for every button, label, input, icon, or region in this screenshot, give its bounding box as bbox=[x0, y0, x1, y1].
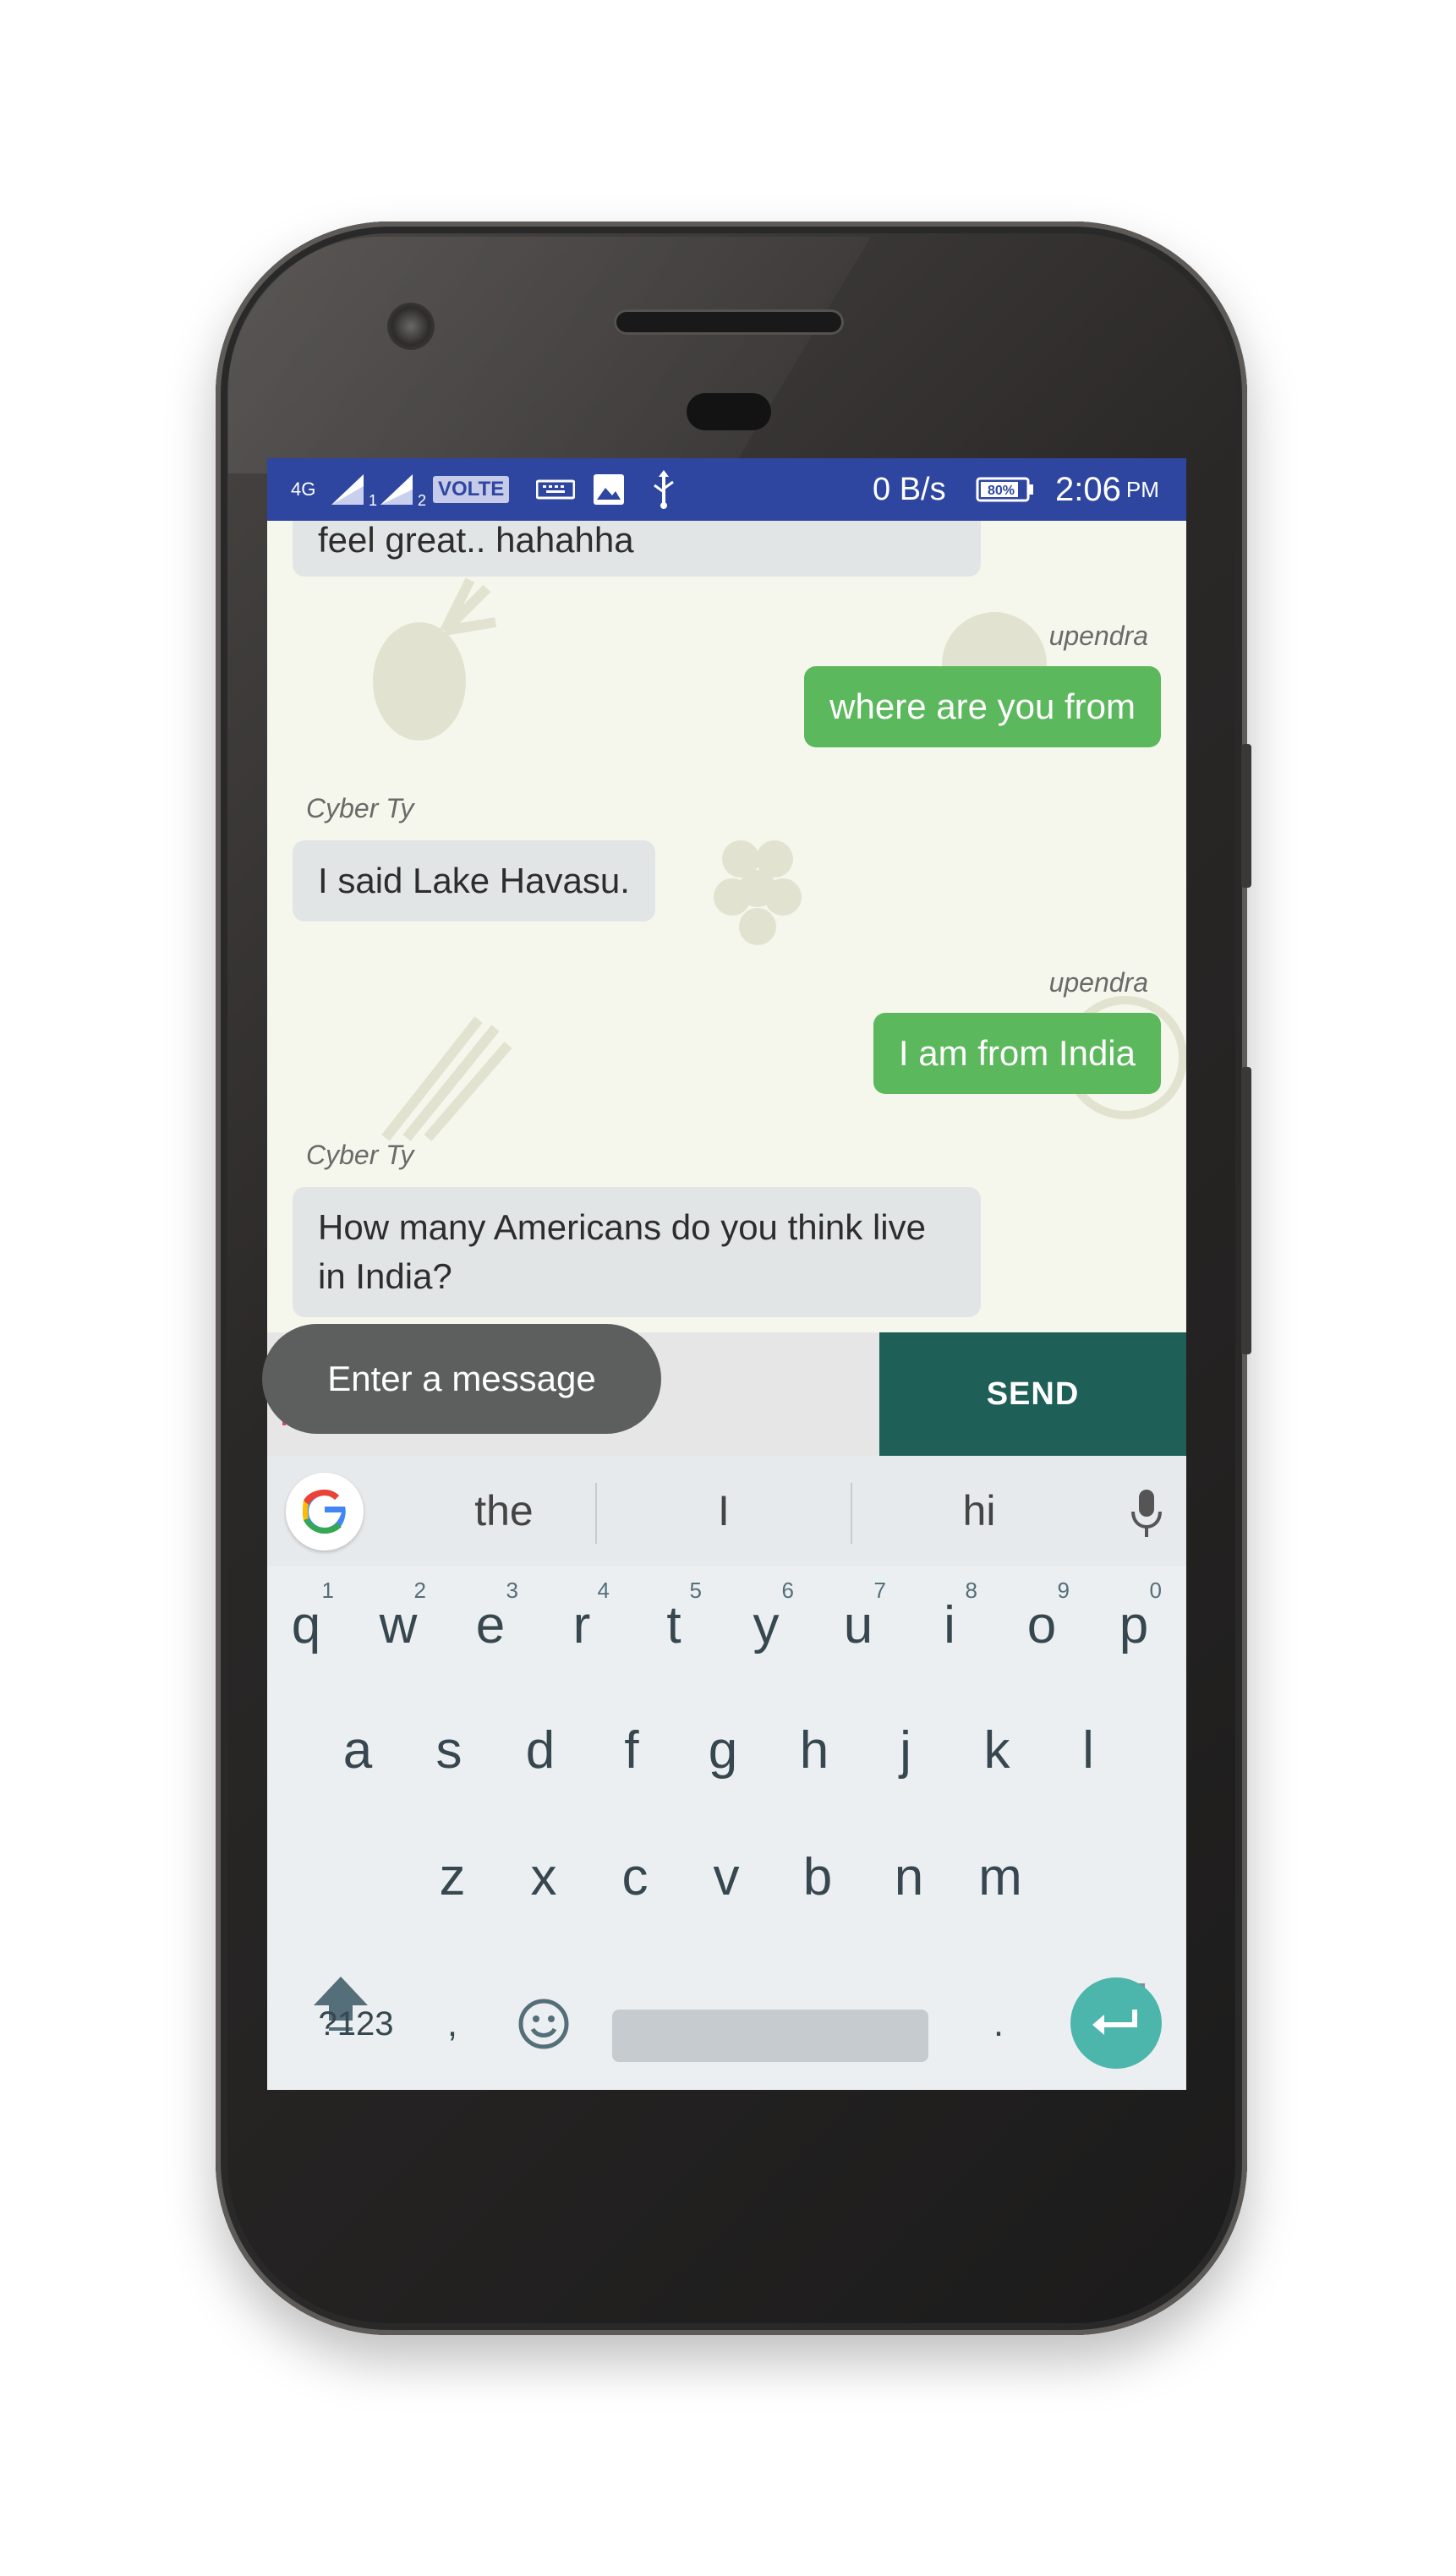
emoji-key[interactable] bbox=[499, 1965, 588, 2083]
key-label: u bbox=[843, 1595, 873, 1654]
key-c[interactable]: c bbox=[590, 1818, 680, 1936]
key-l[interactable]: l bbox=[1043, 1691, 1133, 1809]
key-label: q bbox=[291, 1595, 321, 1654]
key-d[interactable]: d bbox=[495, 1691, 585, 1809]
send-button[interactable]: SEND bbox=[879, 1332, 1186, 1456]
key-i[interactable]: 8i bbox=[905, 1566, 994, 1684]
battery-icon: 80% bbox=[976, 458, 1035, 521]
key-b[interactable]: b bbox=[773, 1818, 862, 1936]
chat-messages[interactable]: feel great.. hahahha upendra where are y… bbox=[267, 521, 1186, 1332]
toast-message: Enter a message bbox=[262, 1324, 661, 1434]
key-v[interactable]: v bbox=[681, 1818, 771, 1936]
key-number-hint: 7 bbox=[873, 1578, 886, 1603]
key-m[interactable]: m bbox=[955, 1818, 1045, 1936]
message-bubble-incoming: How many Americans do you think live in … bbox=[293, 1187, 981, 1317]
key-o[interactable]: 9o bbox=[997, 1566, 1087, 1684]
message-sender: Cyber Ty bbox=[306, 793, 414, 823]
status-bar: 4G 1 2 VOLTE 0 B/s 80% 2:06 PM bbox=[267, 458, 1186, 521]
key-label: o bbox=[1026, 1595, 1057, 1654]
key-label: t bbox=[666, 1595, 681, 1654]
keyboard-icon bbox=[536, 458, 575, 521]
message-sender: Cyber Ty bbox=[306, 1140, 414, 1170]
message-bubble-incoming: I said Lake Havasu. bbox=[293, 840, 655, 922]
soft-keyboard: the I hi ?123 , . 1q2w3e4r 5 t 6 y 7 u 8… bbox=[267, 1456, 1186, 2090]
svg-text:80%: 80% bbox=[988, 484, 1015, 498]
key-n[interactable]: n bbox=[864, 1818, 954, 1936]
message-bubble-outgoing: I am from India bbox=[873, 1013, 1161, 1094]
clock: 2:06 PM bbox=[1055, 470, 1159, 508]
grapes-doodle-icon bbox=[714, 840, 802, 945]
suggestion-item[interactable]: hi bbox=[852, 1456, 1106, 1566]
signal-icon: 1 bbox=[330, 458, 377, 521]
key-number-hint: 1 bbox=[321, 1578, 334, 1603]
suggestion-item[interactable]: I bbox=[597, 1456, 851, 1566]
key-number-hint: 0 bbox=[1149, 1578, 1162, 1603]
phone-screen: 4G 1 2 VOLTE 0 B/s 80% 2:06 PM feel grea… bbox=[267, 458, 1186, 2090]
message-bubble-incoming: feel great.. hahahha bbox=[293, 521, 981, 577]
message-sender: upendra bbox=[1048, 967, 1148, 998]
key-label: p bbox=[1119, 1595, 1149, 1654]
key-r[interactable]: 4r bbox=[537, 1566, 627, 1684]
data-speed: 0 B/s bbox=[873, 471, 946, 507]
key-label: i bbox=[944, 1595, 955, 1654]
suggestion-item[interactable]: the bbox=[377, 1456, 631, 1566]
key-f[interactable]: f bbox=[587, 1691, 676, 1809]
earpiece-speaker bbox=[614, 309, 844, 335]
key-h[interactable]: h bbox=[769, 1691, 859, 1809]
key-u[interactable]: 7u bbox=[813, 1566, 903, 1684]
key-z[interactable]: z bbox=[408, 1818, 497, 1936]
front-camera bbox=[387, 303, 435, 350]
key-number-hint: 9 bbox=[1057, 1578, 1070, 1603]
key-number-hint: 5 bbox=[689, 1578, 702, 1603]
suggestion-bar: the I hi bbox=[267, 1456, 1186, 1566]
key-label: e bbox=[475, 1595, 506, 1654]
space-bar[interactable] bbox=[612, 2010, 928, 2062]
usb-icon bbox=[649, 458, 678, 521]
message-sender: upendra bbox=[1048, 621, 1148, 651]
key-number-hint: 2 bbox=[413, 1578, 426, 1603]
power-button bbox=[1241, 744, 1251, 888]
message-bubble-outgoing: where are you from bbox=[804, 666, 1161, 747]
key-y[interactable]: 6y bbox=[721, 1566, 811, 1684]
key-k[interactable]: k bbox=[952, 1691, 1042, 1809]
key-number-hint: 3 bbox=[506, 1578, 518, 1603]
sim1-label: 1 bbox=[369, 491, 378, 509]
key-w[interactable]: 2w bbox=[353, 1566, 443, 1684]
key-s[interactable]: s bbox=[404, 1691, 494, 1809]
comma-key[interactable]: , bbox=[408, 1965, 497, 2083]
key-e[interactable]: 3e bbox=[446, 1566, 535, 1684]
key-number-hint: 4 bbox=[597, 1578, 610, 1603]
key-g[interactable]: g bbox=[678, 1691, 768, 1809]
enter-key[interactable] bbox=[1070, 1977, 1162, 2069]
asparagus-doodle-icon bbox=[381, 1016, 512, 1141]
network-type: 4G bbox=[291, 479, 316, 500]
volume-button bbox=[1241, 1067, 1251, 1354]
image-icon bbox=[592, 458, 626, 521]
key-x[interactable]: x bbox=[499, 1818, 588, 1936]
key-q[interactable]: 1q bbox=[267, 1566, 351, 1684]
key-number-hint: 8 bbox=[965, 1578, 977, 1603]
key-p[interactable]: 0p bbox=[1089, 1566, 1179, 1684]
pineapple-doodle-icon bbox=[373, 577, 496, 741]
key-label: y bbox=[753, 1595, 780, 1654]
key-number-hint: 6 bbox=[781, 1578, 794, 1603]
key-label: r bbox=[572, 1595, 591, 1654]
key-j[interactable]: j bbox=[861, 1691, 950, 1809]
key-a[interactable]: a bbox=[313, 1691, 402, 1809]
symbols-key[interactable]: ?123 bbox=[293, 1965, 419, 2083]
period-key[interactable]: . bbox=[954, 1965, 1043, 2083]
key-t[interactable]: 5t bbox=[629, 1566, 719, 1684]
sim2-label: 2 bbox=[418, 491, 427, 509]
microphone-icon[interactable] bbox=[1130, 1488, 1163, 1543]
volte-badge: VOLTE bbox=[433, 458, 510, 521]
signal-icon: 2 bbox=[379, 458, 426, 521]
key-label: w bbox=[379, 1595, 418, 1654]
google-logo-icon[interactable] bbox=[286, 1473, 364, 1551]
proximity-sensor bbox=[687, 393, 771, 430]
